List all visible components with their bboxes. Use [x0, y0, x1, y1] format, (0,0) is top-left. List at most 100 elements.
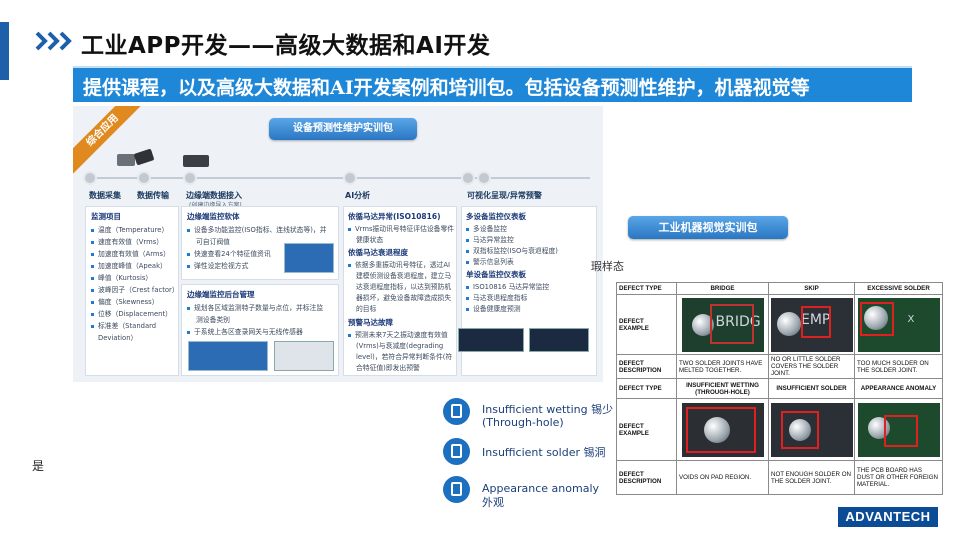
- stage-dot: [477, 171, 491, 185]
- list-item: 位移（Displacement）: [98, 310, 172, 318]
- table-cell: The PCB board has dust or other foreign …: [854, 460, 943, 495]
- sample-type-label: 瑕样态: [591, 260, 624, 273]
- stage-label: AI分析: [345, 191, 371, 200]
- skip-defect-image: emp: [771, 297, 853, 352]
- defect-highlight-box: [859, 301, 894, 336]
- panel-title: 依循马达衰退程度: [348, 248, 408, 257]
- stage-dot: [137, 171, 151, 185]
- panel-title: 单设备监控仪表板: [466, 270, 526, 279]
- table-label-cell: Defect Example: [616, 294, 677, 355]
- table-header-cell: Defect Type: [616, 378, 677, 399]
- bridge-defect-image: bridg: [681, 297, 764, 352]
- panel-title: 预警马达故障: [348, 318, 393, 327]
- admin-screenshot: [188, 341, 268, 371]
- subtitle-banner: 提供课程，以及高级大数据和AI开发案例和培训包。包括设备预测性维护，机器视觉等: [73, 66, 912, 102]
- table-header-cell: Defect Type: [616, 282, 677, 295]
- software-screenshot: [284, 243, 334, 273]
- list-item: 测设备类别: [196, 316, 230, 324]
- vision-training-pill: 工业机器视觉实训包: [628, 216, 788, 239]
- stage-dot: [83, 171, 97, 185]
- wetting-defect-image: [681, 402, 764, 457]
- defect-label-en: Insufficient solder: [482, 446, 580, 459]
- stage-dot: [343, 171, 357, 185]
- list-item: 依据多重振动讯号特征，透过AI: [355, 261, 451, 269]
- table-image-cell: x: [854, 294, 943, 355]
- table-header-cell: Insufficient solder: [768, 378, 855, 399]
- edge-device-icon: [183, 155, 209, 167]
- list-item: 加速度峰值（Apeak）: [98, 262, 167, 270]
- table-image-cell: bridg: [676, 294, 769, 355]
- table-image-cell: [854, 398, 943, 461]
- edge-software-panel: 边缘端监控软体 设备多功能监控(ISO指标、连线状态等)，并 可自订阀值 快速查…: [181, 206, 339, 280]
- predictive-maintenance-pill: 设备预测性维护实训包: [269, 118, 417, 140]
- table-row: Defect Description Two solder joints hav…: [616, 354, 943, 379]
- list-item: 加速度有效值（Arms）: [98, 250, 170, 258]
- defect-table: Defect Type Bridge Skip Excessive solder…: [616, 282, 943, 495]
- list-item: 波峰因子（Crest factor）: [98, 286, 179, 294]
- list-item: 合特征值)即发出预警: [356, 364, 420, 372]
- list-item: 警示信息列表: [473, 258, 514, 266]
- list-item: 峰值（Kurtosis）: [98, 274, 153, 282]
- table-cell: Two solder joints have melted together.: [676, 354, 769, 379]
- table-image-cell: [676, 398, 769, 461]
- list-item: 设备健康度预测: [473, 305, 521, 313]
- list-item: 规划各区域监测特子数量与点位，并标注监: [194, 304, 324, 312]
- panel-title: 监测项目: [91, 212, 121, 221]
- table-image-cell: [768, 398, 855, 461]
- sensor-grid-image: [274, 341, 334, 371]
- list-item: 速度有效值（Vrms）: [98, 238, 164, 246]
- list-item: 快速查看24个特征值资讯: [194, 250, 271, 258]
- gateway-icon: [133, 148, 155, 166]
- page-title: 工业APP开发——高级大数据和AI开发: [81, 33, 491, 59]
- table-header-cell: Skip: [768, 282, 855, 295]
- list-item: Vrms振动讯号特征评估设备零件: [355, 225, 455, 233]
- excessive-solder-image: x: [857, 297, 940, 352]
- list-item: 弹性设定检视方式: [194, 262, 249, 270]
- banner-text: 提供课程，以及高级大数据和AI开发案例和培训包。包括设备预测性维护，机器视觉等: [83, 77, 810, 99]
- accent-bar: [0, 22, 9, 80]
- list-item: 可自订阀值: [196, 238, 230, 246]
- stage-label: 可视化呈现/异常预警: [467, 191, 542, 200]
- table-cell: Not enough solder on the solder joint.: [768, 460, 855, 495]
- clipboard-icon: [443, 438, 470, 465]
- defect-label-cn: 外观: [482, 496, 504, 509]
- table-image-cell: emp: [768, 294, 855, 355]
- list-item: 器损坏，避免设备故障造成损失: [356, 294, 452, 302]
- list-item: 预测未来7天之振动速度有效值: [355, 331, 448, 339]
- defect-highlight-box: [781, 410, 819, 449]
- insufficient-solder-image: [771, 402, 853, 457]
- list-item: 双指标监控(ISO与衰退程度): [473, 247, 558, 255]
- defect-highlight-box: [685, 406, 756, 453]
- table-row: Defect Example bridg emp x: [616, 294, 943, 355]
- advantech-logo: ADVANTECH: [838, 507, 938, 527]
- stage-label: 数据传输: [137, 191, 169, 200]
- list-item: 马达异常监控: [473, 236, 514, 244]
- table-row: Defect Type Bridge Skip Excessive solder: [616, 282, 943, 295]
- monitoring-items-panel: 监测项目 温度（Temperature） 速度有效值（Vrms） 加速度有效值（…: [85, 206, 179, 376]
- panel-title: 依循马达异常(ISO10816): [348, 212, 441, 221]
- table-cell: No or little solder covers the solder jo…: [768, 354, 855, 379]
- table-header-cell: Bridge: [676, 282, 769, 295]
- table-header-cell: Appearance Anomaly: [854, 378, 943, 399]
- defect-highlight-box: [883, 414, 918, 447]
- panel-title: 多设备监控仪表板: [466, 212, 526, 221]
- pipeline-line: [85, 177, 590, 179]
- table-header-cell: Insufficient wetting (Through-hole): [676, 378, 769, 399]
- stage-dot: [183, 171, 197, 185]
- defect-highlight-box: [709, 303, 754, 344]
- list-item: 的目标: [356, 305, 377, 313]
- defect-label-cn: 锡洞: [583, 446, 606, 459]
- table-row: Defect Example: [616, 398, 943, 461]
- table-cell: Voids on pad region.: [676, 460, 769, 495]
- table-label-cell: Defect Description: [616, 460, 677, 495]
- list-item: ISO10816 马达异常监控: [473, 283, 550, 291]
- sensor-icon: [117, 154, 135, 166]
- table-cell: Too much solder on the solder joint.: [854, 354, 943, 379]
- table-label-cell: Defect Description: [616, 354, 677, 379]
- list-item: Deviation）: [98, 334, 138, 342]
- list-item: 马达衰退程度指标: [473, 294, 528, 302]
- list-item: (Vrms)与衰减度(degrading: [356, 342, 444, 350]
- dashboard-screenshot: [458, 328, 524, 352]
- defect-label-en: Insufficient wetting: [482, 403, 588, 416]
- chevron-right-icon: [35, 31, 72, 51]
